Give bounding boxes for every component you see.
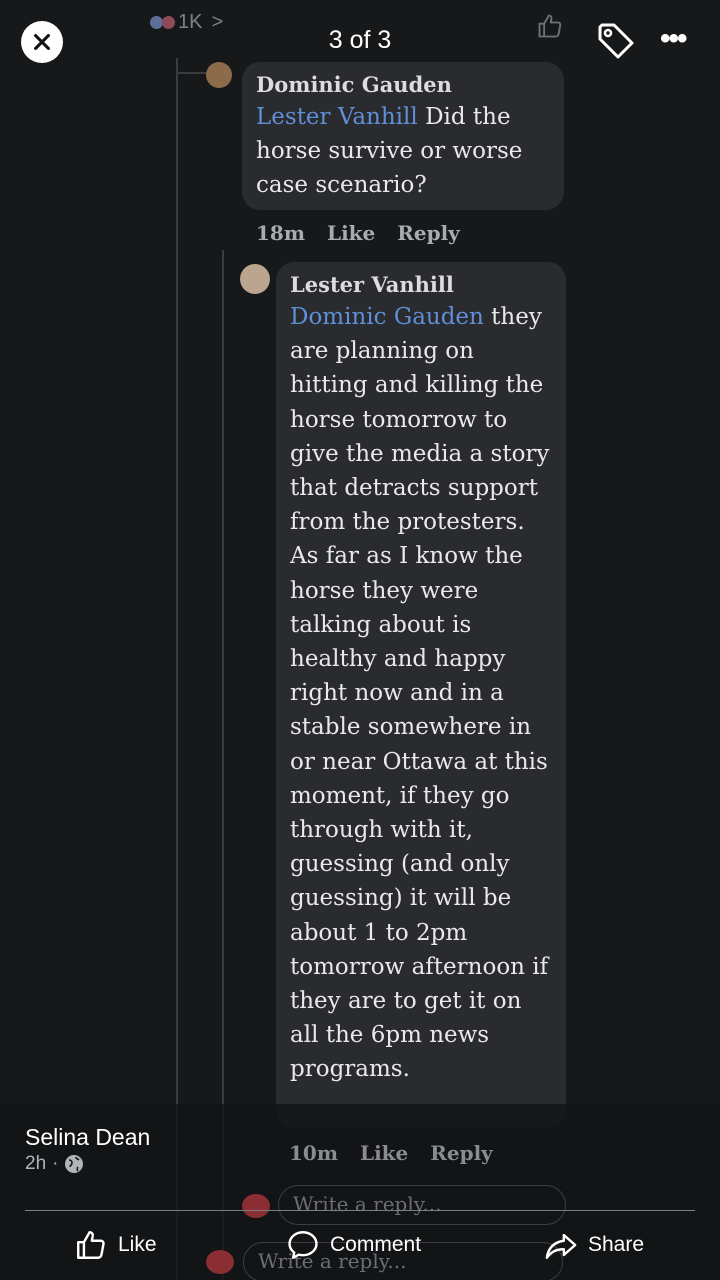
comment-button[interactable]: Comment: [286, 1228, 421, 1262]
thumbs-up-icon[interactable]: [536, 12, 564, 40]
more-options-button[interactable]: •••: [660, 24, 687, 54]
comment-meta: 18m Like Reply: [256, 221, 460, 245]
mention-link[interactable]: Lester Vanhill: [256, 104, 418, 130]
like-link[interactable]: Like: [360, 1141, 408, 1165]
comment-time: 10m: [289, 1141, 338, 1165]
viewer-top-bar: 1K > 3 of 3 •••: [0, 0, 720, 70]
reply-link[interactable]: Reply: [430, 1141, 493, 1165]
like-link[interactable]: Like: [327, 221, 375, 245]
avatar[interactable]: [206, 62, 232, 88]
comment-meta: 10m Like Reply: [289, 1141, 493, 1165]
mention-link[interactable]: Dominic Gauden: [290, 304, 484, 330]
share-label: Share: [588, 1233, 645, 1256]
comment-text: Dominic Gauden they are planning on hitt…: [290, 304, 550, 1083]
tag-icon[interactable]: [594, 19, 638, 63]
write-reply-input[interactable]: Write a reply...: [278, 1185, 566, 1225]
heart-icon: [206, 1250, 234, 1274]
separator: ·: [52, 1153, 59, 1174]
comment-text: Lester Vanhill Did the horse survive or …: [256, 104, 523, 199]
share-icon: [545, 1233, 577, 1259]
heart-icon: [242, 1194, 270, 1218]
globe-icon: [65, 1155, 84, 1173]
post-time[interactable]: 2h: [25, 1153, 46, 1175]
share-button[interactable]: Share: [544, 1228, 644, 1262]
post-meta: 2h ·: [25, 1153, 84, 1175]
thread-line: [176, 58, 178, 1280]
comment-author[interactable]: Dominic Gauden: [256, 70, 550, 100]
like-label: Like: [118, 1233, 157, 1256]
comment-time: 18m: [256, 221, 305, 245]
reply-link[interactable]: Reply: [397, 221, 460, 245]
divider: [25, 1210, 695, 1211]
comment-bubble: Dominic Gauden Lester Vanhill Did the ho…: [242, 62, 564, 210]
comment-bubble: Lester Vanhill Dominic Gauden they are p…: [276, 262, 566, 1128]
comment-label: Comment: [330, 1233, 422, 1256]
thread-line: [176, 72, 206, 74]
thumbs-up-icon: [77, 1231, 105, 1259]
poster-name[interactable]: Selina Dean: [25, 1124, 150, 1151]
avatar[interactable]: [240, 264, 270, 294]
comment-icon: [288, 1231, 318, 1259]
like-button[interactable]: Like: [74, 1228, 157, 1262]
comment-author[interactable]: Lester Vanhill: [290, 270, 552, 300]
